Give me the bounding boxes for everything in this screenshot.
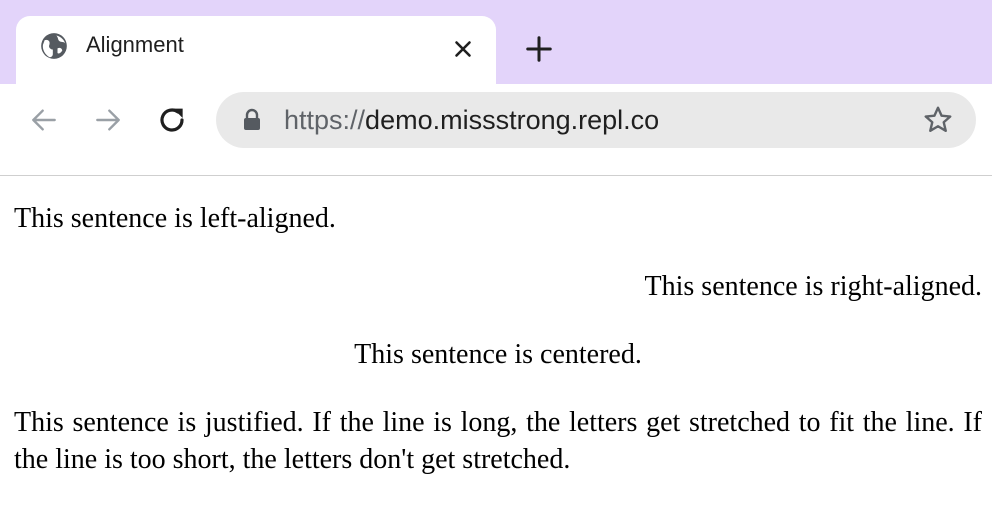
- left-aligned-paragraph: This sentence is left-aligned.: [14, 203, 336, 234]
- address-text[interactable]: https://demo.missstrong.repl.co: [284, 104, 659, 136]
- tab-strip: Alignment: [0, 0, 992, 84]
- address-bar[interactable]: https://demo.missstrong.repl.co: [216, 92, 976, 148]
- tab-alignment[interactable]: Alignment: [16, 16, 496, 84]
- close-icon[interactable]: [450, 36, 476, 62]
- lock-icon[interactable]: [242, 108, 262, 132]
- arrow-left-icon[interactable]: [28, 104, 60, 136]
- centered-paragraph: This sentence is centered.: [354, 339, 642, 370]
- globe-icon: [41, 33, 67, 59]
- reload-icon[interactable]: [156, 104, 188, 136]
- url-host: demo.missstrong.repl.co: [365, 105, 660, 135]
- tab-title: Alignment: [86, 32, 184, 57]
- star-icon[interactable]: [922, 104, 954, 136]
- right-aligned-paragraph: This sentence is right-aligned.: [644, 271, 982, 302]
- browser-toolbar: https://demo.missstrong.repl.co: [0, 84, 992, 176]
- arrow-right-icon[interactable]: [92, 104, 124, 136]
- justified-paragraph: This sentence is justified. If the line …: [14, 407, 982, 475]
- plus-icon[interactable]: [524, 34, 554, 64]
- url-scheme: https://: [284, 105, 366, 135]
